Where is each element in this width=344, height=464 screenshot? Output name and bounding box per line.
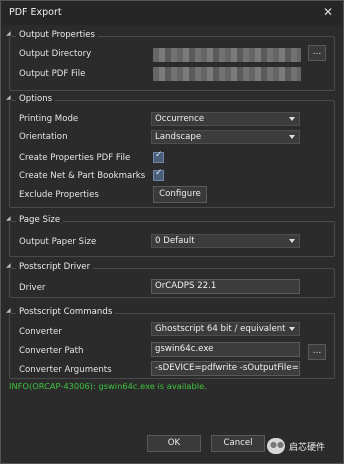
printing-mode-label: Printing Mode: [19, 114, 79, 124]
converter-path-field[interactable]: gswin64c.exe: [151, 342, 300, 357]
configure-button[interactable]: Configure: [153, 186, 207, 203]
group-title: Page Size: [16, 215, 64, 225]
converter-label: Converter: [19, 327, 62, 337]
group-postscript-driver: ◢ Postscript Driver Driver OrCADPS 22.1: [6, 262, 335, 298]
output-paper-size-label: Output Paper Size: [19, 237, 97, 247]
group-options: ◢ Options Printing Mode Occurrence Orien…: [6, 94, 335, 208]
group-title: Postscript Commands: [16, 307, 116, 317]
orientation-label: Orientation: [19, 132, 68, 142]
orientation-select[interactable]: Landscape: [151, 130, 300, 144]
create-properties-label: Create Properties PDF File: [19, 153, 131, 163]
orientation-value: Landscape: [155, 132, 202, 142]
create-bookmarks-checkbox[interactable]: ✓: [153, 168, 164, 181]
printing-mode-select[interactable]: Occurrence: [151, 112, 300, 126]
group-title: Postscript Driver: [16, 262, 94, 272]
converter-arguments-value: -sDEVICE=pdfwrite -sOutputFile=$::c: [155, 363, 300, 373]
paper-size-value: 0 Default: [155, 236, 195, 246]
group-title: Options: [16, 94, 56, 104]
driver-value: OrCADPS 22.1: [155, 281, 217, 291]
pdf-export-dialog: PDF Export ✕ ◢ Output Properties Output …: [0, 0, 344, 464]
group-title: Output Properties: [16, 30, 99, 40]
converter-value: Ghostscript 64 bit / equivalent: [155, 324, 286, 334]
watermark-text: 启芯硬件: [289, 443, 326, 453]
browse-converter-button[interactable]: ...: [308, 344, 326, 360]
watermark: ●● 启芯硬件: [267, 437, 339, 457]
ok-button[interactable]: OK: [147, 435, 201, 452]
cancel-button[interactable]: Cancel: [211, 435, 265, 452]
close-icon[interactable]: ✕: [323, 5, 333, 19]
checkmark-icon: ✓: [155, 150, 163, 160]
paper-size-select[interactable]: 0 Default: [151, 234, 300, 248]
chevron-down-icon: [289, 327, 295, 331]
collapse-caret-icon[interactable]: ◢: [6, 215, 11, 222]
printing-mode-value: Occurrence: [155, 114, 205, 124]
converter-arguments-label: Converter Arguments: [19, 365, 112, 375]
group-postscript-commands: ◢ Postscript Commands Converter Ghostscr…: [6, 307, 335, 379]
output-pdf-file-label: Output PDF File: [19, 69, 86, 79]
checkmark-icon: ✓: [155, 168, 163, 178]
title-bar: PDF Export ✕: [1, 1, 343, 25]
converter-path-label: Converter Path: [19, 346, 84, 356]
collapse-caret-icon[interactable]: ◢: [6, 30, 11, 37]
chevron-down-icon: [289, 117, 295, 121]
create-properties-checkbox[interactable]: ✓: [153, 150, 164, 163]
driver-label: Driver: [19, 283, 46, 293]
output-directory-label: Output Directory: [19, 49, 92, 59]
browse-directory-button[interactable]: ...: [308, 45, 326, 61]
group-page-size: ◢ Page Size Output Paper Size 0 Default: [6, 215, 335, 257]
wechat-icon: ●●: [267, 438, 285, 454]
chevron-down-icon: [289, 239, 295, 243]
window-title: PDF Export: [9, 7, 62, 18]
output-directory-field[interactable]: [153, 48, 301, 62]
converter-path-value: gswin64c.exe: [155, 344, 214, 354]
collapse-caret-icon[interactable]: ◢: [6, 94, 11, 101]
chevron-down-icon: [289, 135, 295, 139]
status-info-message: INFO(ORCAP-43006): gswin64c.exe is avail…: [9, 381, 207, 391]
exclude-properties-label: Exclude Properties: [19, 190, 99, 200]
collapse-caret-icon[interactable]: ◢: [6, 307, 11, 314]
converter-select[interactable]: Ghostscript 64 bit / equivalent: [151, 322, 300, 336]
output-pdf-file-field[interactable]: [153, 67, 301, 81]
create-bookmarks-label: Create Net & Part Bookmarks: [19, 171, 146, 181]
driver-field[interactable]: OrCADPS 22.1: [151, 279, 300, 294]
collapse-caret-icon[interactable]: ◢: [6, 262, 11, 269]
converter-arguments-field[interactable]: -sDEVICE=pdfwrite -sOutputFile=$::c: [151, 361, 300, 376]
group-output-properties: ◢ Output Properties Output Directory ...…: [6, 30, 335, 91]
